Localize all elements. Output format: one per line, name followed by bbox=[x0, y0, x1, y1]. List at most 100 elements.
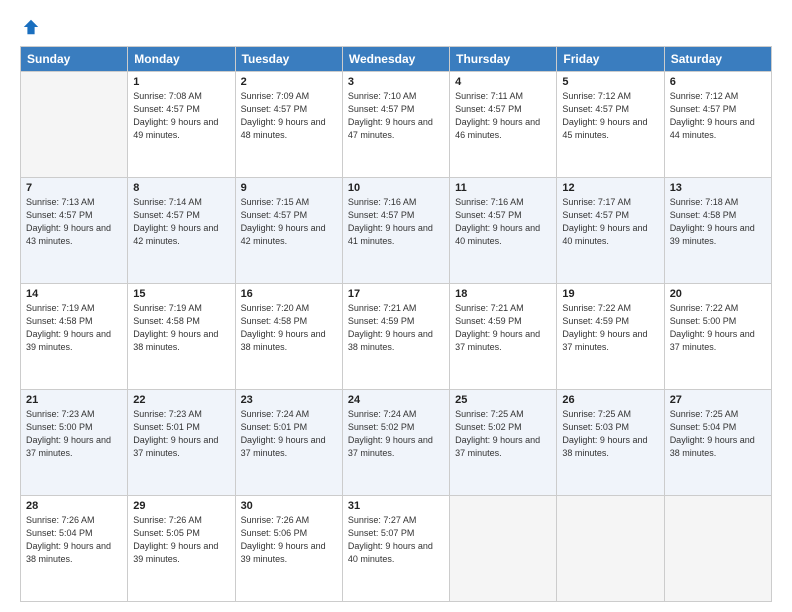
calendar-cell: 13 Sunrise: 7:18 AMSunset: 4:58 PMDayligh… bbox=[664, 178, 771, 284]
calendar-cell: 27 Sunrise: 7:25 AMSunset: 5:04 PMDayligh… bbox=[664, 390, 771, 496]
calendar-week-2: 7Sunrise: 7:13 AMSunset: 4:57 PMDaylight… bbox=[21, 178, 772, 284]
calendar-cell: 2 Sunrise: 7:09 AMSunset: 4:57 PMDaylight… bbox=[235, 72, 342, 178]
calendar-cell: 29 Sunrise: 7:26 AMSunset: 5:05 PMDayligh… bbox=[128, 496, 235, 602]
day-number: 25 bbox=[455, 394, 551, 406]
calendar-cell: 28 Sunrise: 7:26 AMSunset: 5:04 PMDayligh… bbox=[21, 496, 128, 602]
day-number: 7 bbox=[26, 182, 122, 194]
day-number: 11 bbox=[455, 182, 551, 194]
calendar-cell: 25 Sunrise: 7:25 AMSunset: 5:02 PMDayligh… bbox=[450, 390, 557, 496]
calendar-cell: 22 Sunrise: 7:23 AMSunset: 5:01 PMDayligh… bbox=[128, 390, 235, 496]
weekday-sunday: Sunday bbox=[21, 47, 128, 72]
calendar-week-4: 21Sunrise: 7:23 AMSunset: 5:00 PMDayligh… bbox=[21, 390, 772, 496]
header bbox=[20, 18, 772, 36]
day-number: 19 bbox=[562, 288, 658, 300]
day-number: 23 bbox=[241, 394, 337, 406]
day-number: 10 bbox=[348, 182, 444, 194]
day-info: Sunrise: 7:23 AMSunset: 5:00 PMDaylight:… bbox=[26, 408, 122, 460]
calendar-cell bbox=[21, 72, 128, 178]
day-number: 18 bbox=[455, 288, 551, 300]
day-info: Sunrise: 7:16 AMSunset: 4:57 PMDaylight:… bbox=[348, 196, 444, 248]
day-info: Sunrise: 7:08 AMSunset: 4:57 PMDaylight:… bbox=[133, 90, 229, 142]
day-number: 22 bbox=[133, 394, 229, 406]
calendar-cell: 26 Sunrise: 7:25 AMSunset: 5:03 PMDayligh… bbox=[557, 390, 664, 496]
day-number: 3 bbox=[348, 76, 444, 88]
calendar-cell bbox=[557, 496, 664, 602]
day-number: 28 bbox=[26, 500, 122, 512]
calendar-cell bbox=[664, 496, 771, 602]
day-number: 17 bbox=[348, 288, 444, 300]
day-number: 2 bbox=[241, 76, 337, 88]
day-number: 30 bbox=[241, 500, 337, 512]
day-info: Sunrise: 7:25 AMSunset: 5:04 PMDaylight:… bbox=[670, 408, 766, 460]
day-info: Sunrise: 7:21 AMSunset: 4:59 PMDaylight:… bbox=[455, 302, 551, 354]
day-number: 5 bbox=[562, 76, 658, 88]
day-info: Sunrise: 7:22 AMSunset: 5:00 PMDaylight:… bbox=[670, 302, 766, 354]
day-info: Sunrise: 7:15 AMSunset: 4:57 PMDaylight:… bbox=[241, 196, 337, 248]
page: SundayMondayTuesdayWednesdayThursdayFrid… bbox=[0, 0, 792, 612]
day-number: 20 bbox=[670, 288, 766, 300]
calendar-cell: 6Sunrise: 7:12 AMSunset: 4:57 PMDaylight… bbox=[664, 72, 771, 178]
logo bbox=[20, 18, 40, 36]
day-number: 13 bbox=[670, 182, 766, 194]
day-number: 15 bbox=[133, 288, 229, 300]
calendar-cell: 1Sunrise: 7:08 AMSunset: 4:57 PMDaylight… bbox=[128, 72, 235, 178]
weekday-saturday: Saturday bbox=[664, 47, 771, 72]
calendar-body: 1Sunrise: 7:08 AMSunset: 4:57 PMDaylight… bbox=[21, 72, 772, 602]
day-info: Sunrise: 7:26 AMSunset: 5:04 PMDaylight:… bbox=[26, 514, 122, 566]
weekday-wednesday: Wednesday bbox=[342, 47, 449, 72]
calendar-table: SundayMondayTuesdayWednesdayThursdayFrid… bbox=[20, 46, 772, 602]
weekday-friday: Friday bbox=[557, 47, 664, 72]
day-number: 29 bbox=[133, 500, 229, 512]
calendar-cell: 7Sunrise: 7:13 AMSunset: 4:57 PMDaylight… bbox=[21, 178, 128, 284]
calendar-cell: 4Sunrise: 7:11 AMSunset: 4:57 PMDaylight… bbox=[450, 72, 557, 178]
day-info: Sunrise: 7:11 AMSunset: 4:57 PMDaylight:… bbox=[455, 90, 551, 142]
day-info: Sunrise: 7:25 AMSunset: 5:02 PMDaylight:… bbox=[455, 408, 551, 460]
day-info: Sunrise: 7:18 AMSunset: 4:58 PMDaylight:… bbox=[670, 196, 766, 248]
day-info: Sunrise: 7:10 AMSunset: 4:57 PMDaylight:… bbox=[348, 90, 444, 142]
day-info: Sunrise: 7:14 AMSunset: 4:57 PMDaylight:… bbox=[133, 196, 229, 248]
day-info: Sunrise: 7:24 AMSunset: 5:01 PMDaylight:… bbox=[241, 408, 337, 460]
calendar-cell: 9 Sunrise: 7:15 AMSunset: 4:57 PMDaylight… bbox=[235, 178, 342, 284]
calendar-cell: 31 Sunrise: 7:27 AMSunset: 5:07 PMDayligh… bbox=[342, 496, 449, 602]
calendar-cell: 24Sunrise: 7:24 AMSunset: 5:02 PMDayligh… bbox=[342, 390, 449, 496]
calendar-cell: 21Sunrise: 7:23 AMSunset: 5:00 PMDayligh… bbox=[21, 390, 128, 496]
day-number: 8 bbox=[133, 182, 229, 194]
calendar-cell: 5 Sunrise: 7:12 AMSunset: 4:57 PMDaylight… bbox=[557, 72, 664, 178]
calendar-cell: 18 Sunrise: 7:21 AMSunset: 4:59 PMDayligh… bbox=[450, 284, 557, 390]
logo-icon bbox=[22, 18, 40, 36]
calendar-cell: 10 Sunrise: 7:16 AMSunset: 4:57 PMDayligh… bbox=[342, 178, 449, 284]
weekday-monday: Monday bbox=[128, 47, 235, 72]
weekday-header-row: SundayMondayTuesdayWednesdayThursdayFrid… bbox=[21, 47, 772, 72]
calendar-cell: 8 Sunrise: 7:14 AMSunset: 4:57 PMDaylight… bbox=[128, 178, 235, 284]
day-number: 12 bbox=[562, 182, 658, 194]
day-info: Sunrise: 7:23 AMSunset: 5:01 PMDaylight:… bbox=[133, 408, 229, 460]
calendar-cell: 30 Sunrise: 7:26 AMSunset: 5:06 PMDayligh… bbox=[235, 496, 342, 602]
day-info: Sunrise: 7:25 AMSunset: 5:03 PMDaylight:… bbox=[562, 408, 658, 460]
calendar-cell: 17 Sunrise: 7:21 AMSunset: 4:59 PMDayligh… bbox=[342, 284, 449, 390]
calendar-cell: 19 Sunrise: 7:22 AMSunset: 4:59 PMDayligh… bbox=[557, 284, 664, 390]
calendar-week-1: 1Sunrise: 7:08 AMSunset: 4:57 PMDaylight… bbox=[21, 72, 772, 178]
calendar-cell: 15Sunrise: 7:19 AMSunset: 4:58 PMDayligh… bbox=[128, 284, 235, 390]
day-info: Sunrise: 7:27 AMSunset: 5:07 PMDaylight:… bbox=[348, 514, 444, 566]
calendar-cell bbox=[450, 496, 557, 602]
day-number: 9 bbox=[241, 182, 337, 194]
day-number: 6 bbox=[670, 76, 766, 88]
day-info: Sunrise: 7:09 AMSunset: 4:57 PMDaylight:… bbox=[241, 90, 337, 142]
day-number: 27 bbox=[670, 394, 766, 406]
day-info: Sunrise: 7:19 AMSunset: 4:58 PMDaylight:… bbox=[26, 302, 122, 354]
day-info: Sunrise: 7:26 AMSunset: 5:05 PMDaylight:… bbox=[133, 514, 229, 566]
day-info: Sunrise: 7:21 AMSunset: 4:59 PMDaylight:… bbox=[348, 302, 444, 354]
day-info: Sunrise: 7:22 AMSunset: 4:59 PMDaylight:… bbox=[562, 302, 658, 354]
calendar-cell: 11 Sunrise: 7:16 AMSunset: 4:57 PMDayligh… bbox=[450, 178, 557, 284]
calendar-week-5: 28 Sunrise: 7:26 AMSunset: 5:04 PMDayligh… bbox=[21, 496, 772, 602]
weekday-thursday: Thursday bbox=[450, 47, 557, 72]
calendar-cell: 20 Sunrise: 7:22 AMSunset: 5:00 PMDayligh… bbox=[664, 284, 771, 390]
day-number: 24 bbox=[348, 394, 444, 406]
day-info: Sunrise: 7:16 AMSunset: 4:57 PMDaylight:… bbox=[455, 196, 551, 248]
day-number: 31 bbox=[348, 500, 444, 512]
day-info: Sunrise: 7:12 AMSunset: 4:57 PMDaylight:… bbox=[562, 90, 658, 142]
day-info: Sunrise: 7:26 AMSunset: 5:06 PMDaylight:… bbox=[241, 514, 337, 566]
weekday-tuesday: Tuesday bbox=[235, 47, 342, 72]
day-number: 26 bbox=[562, 394, 658, 406]
calendar-cell: 3 Sunrise: 7:10 AMSunset: 4:57 PMDaylight… bbox=[342, 72, 449, 178]
